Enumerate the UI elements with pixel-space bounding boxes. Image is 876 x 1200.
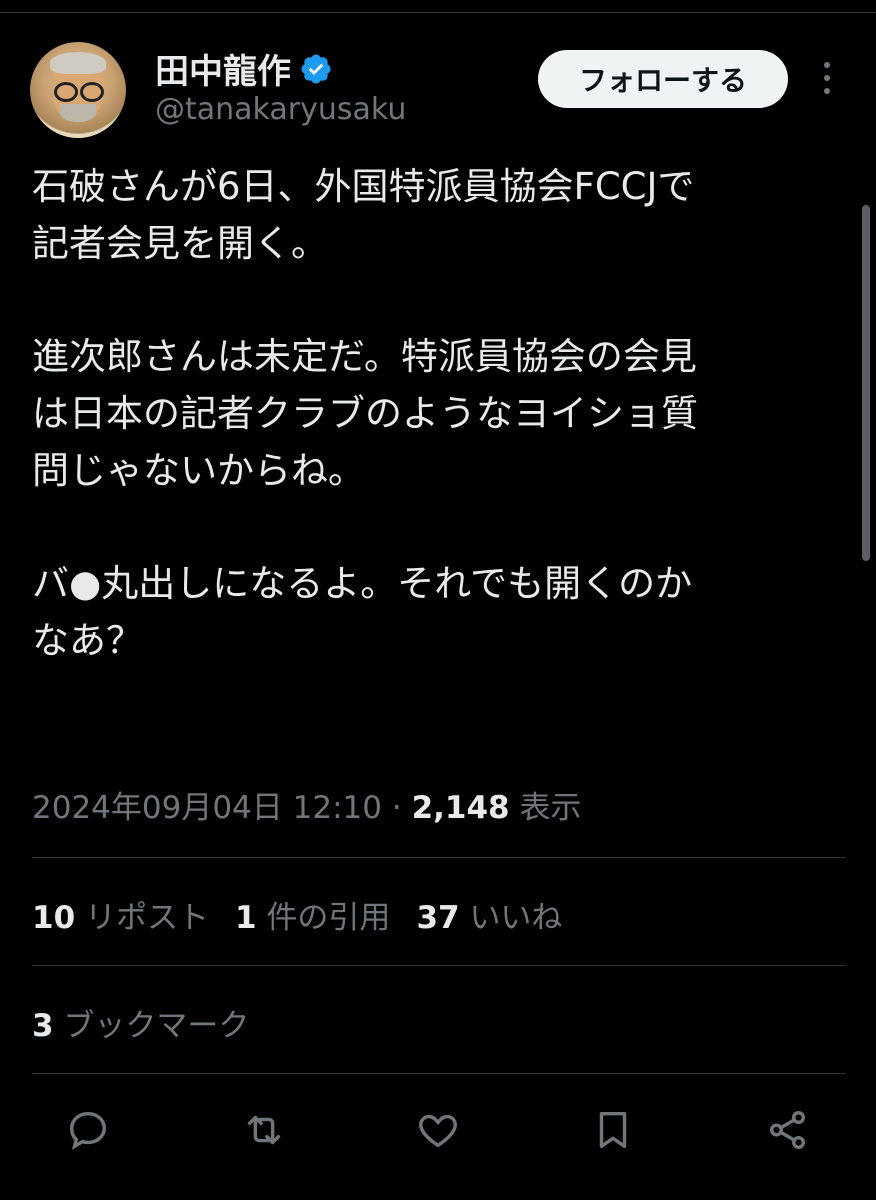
tweet-meta: 2024年09月04日 12:10 · 2,148 表示 [32, 782, 581, 827]
verified-badge-icon [301, 53, 331, 84]
share-icon[interactable] [760, 1100, 816, 1160]
likes-stat[interactable]: 37 いいね [416, 892, 562, 937]
views-count: 2,148 [411, 790, 510, 826]
tweet-paragraph: 進次郎さんは未定だ。特派員協会の会見 は日本の記者クラブのようなヨイショ質 問じ… [32, 335, 698, 492]
divider [32, 965, 846, 966]
reposts-stat[interactable]: 10 リポスト [32, 892, 209, 937]
retweet-icon[interactable] [236, 1100, 292, 1160]
divider [32, 1073, 846, 1074]
meta-separator: · [391, 790, 402, 826]
timestamp[interactable]: 2024年09月04日 12:10 [32, 790, 382, 826]
author-handle[interactable]: @tanakaryusaku [155, 92, 406, 127]
author-name-row: 田中龍作 [155, 44, 333, 93]
divider [32, 857, 846, 858]
action-bar [0, 1100, 876, 1170]
bookmark-icon[interactable] [585, 1100, 641, 1160]
tweet-paragraph: バ●丸出しになるよ。それでも開くのか なあ？ [32, 562, 693, 662]
tweet-paragraph: 石破さんが6日、外国特派員協会FCCJで 記者会見を開く。 [32, 165, 695, 265]
quotes-stat[interactable]: 1 件の引用 [235, 892, 390, 937]
views-label: 表示 [519, 790, 582, 826]
follow-button[interactable]: フォローする [538, 50, 788, 108]
bookmarks-stat[interactable]: 3 ブックマーク [32, 1000, 249, 1045]
top-divider [0, 12, 876, 13]
author-name[interactable]: 田中龍作 [155, 44, 291, 93]
scrollbar[interactable] [862, 205, 870, 561]
reply-icon[interactable] [60, 1100, 116, 1160]
more-vertical-icon[interactable] [820, 62, 834, 98]
avatar[interactable] [30, 42, 126, 138]
engagement-stats: 10 リポスト 1 件の引用 37 いいね [32, 892, 562, 937]
like-icon[interactable] [410, 1100, 466, 1160]
tweet-text: 石破さんが6日、外国特派員協会FCCJで 記者会見を開く。 進次郎さんは未定だ。… [32, 158, 832, 725]
